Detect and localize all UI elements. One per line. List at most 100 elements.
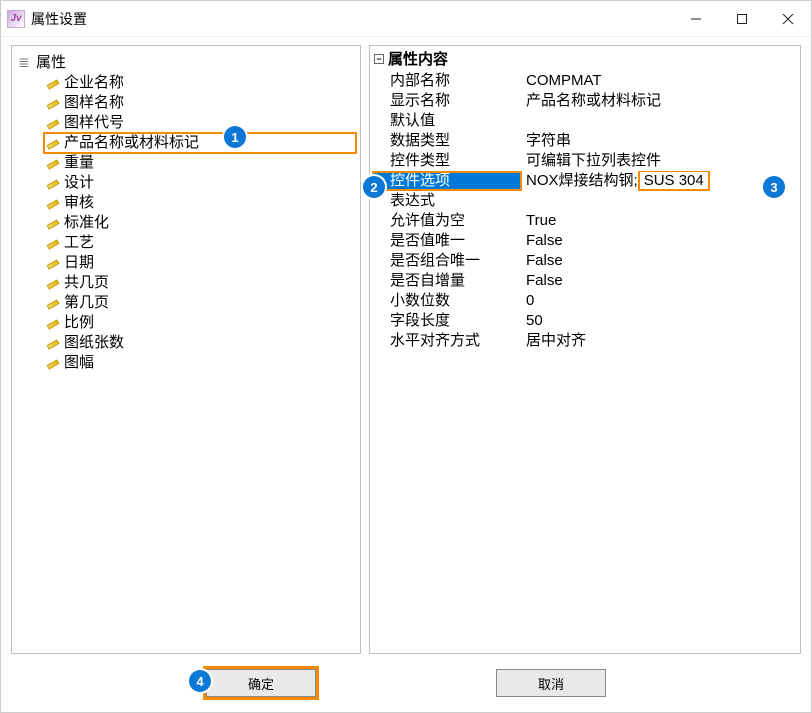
- property-key: 水平对齐方式: [372, 331, 522, 351]
- property-value-editbox[interactable]: SUS 304: [638, 171, 710, 191]
- property-rows: 内部名称COMPMAT显示名称产品名称或材料标记默认值数据类型字符串控件类型可编…: [372, 71, 798, 351]
- property-key: 控件选项: [372, 171, 522, 191]
- pencil-icon: [46, 156, 60, 170]
- collapse-icon[interactable]: −: [374, 54, 384, 64]
- pencil-icon: [46, 276, 60, 290]
- tree-item-label: 设计: [64, 173, 94, 193]
- propgrid-header[interactable]: − 属性内容: [372, 48, 798, 71]
- property-value: True: [522, 211, 798, 231]
- tree-item-label: 工艺: [64, 233, 94, 253]
- property-key: 是否组合唯一: [372, 251, 522, 271]
- property-value: False: [522, 271, 798, 291]
- property-value: 0: [522, 291, 798, 311]
- tree-root: ≣ 属性 企业名称图样名称图样代号产品名称或材料标记重量设计审核标准化工艺日期共…: [16, 48, 356, 375]
- property-value[interactable]: NOX焊接结构钢;SUS 304: [522, 171, 798, 191]
- property-row[interactable]: 是否组合唯一False: [372, 251, 798, 271]
- property-row[interactable]: 是否自增量False: [372, 271, 798, 291]
- tree-item-label: 图样代号: [64, 113, 124, 133]
- tree-item[interactable]: 企业名称: [44, 73, 356, 93]
- property-value: False: [522, 231, 798, 251]
- callout-1: 1: [224, 126, 246, 148]
- property-key: 是否自增量: [372, 271, 522, 291]
- tree-children: 企业名称图样名称图样代号产品名称或材料标记重量设计审核标准化工艺日期共几页第几页…: [16, 73, 356, 373]
- tree-item-label: 产品名称或材料标记: [64, 133, 199, 153]
- tree-item[interactable]: 图幅: [44, 353, 356, 373]
- pencil-icon: [46, 196, 60, 210]
- minimize-icon: [690, 13, 702, 25]
- property-value: 可编辑下拉列表控件: [522, 151, 798, 171]
- property-row[interactable]: 字段长度50: [372, 311, 798, 331]
- tree-item[interactable]: 共几页: [44, 273, 356, 293]
- tree-item[interactable]: 日期: [44, 253, 356, 273]
- property-key: 小数位数: [372, 291, 522, 311]
- tree-item[interactable]: 设计: [44, 173, 356, 193]
- close-button[interactable]: [765, 1, 811, 37]
- property-row[interactable]: 内部名称COMPMAT: [372, 71, 798, 91]
- property-row[interactable]: 数据类型字符串: [372, 131, 798, 151]
- tree-panel: ≣ 属性 企业名称图样名称图样代号产品名称或材料标记重量设计审核标准化工艺日期共…: [11, 45, 361, 654]
- tree-root-label[interactable]: ≣ 属性: [16, 50, 356, 73]
- pencil-icon: [46, 136, 60, 150]
- pencil-icon: [46, 96, 60, 110]
- pencil-icon: [46, 236, 60, 250]
- ok-button[interactable]: 确定: [206, 669, 316, 697]
- pencil-icon: [46, 76, 60, 90]
- tree-item-label: 企业名称: [64, 73, 124, 93]
- property-key: 表达式: [372, 191, 522, 211]
- property-row[interactable]: 默认值: [372, 111, 798, 131]
- property-row[interactable]: 水平对齐方式居中对齐: [372, 331, 798, 351]
- propgrid-header-text: 属性内容: [388, 48, 448, 69]
- property-grid: − 属性内容 内部名称COMPMAT显示名称产品名称或材料标记默认值数据类型字符…: [372, 48, 798, 351]
- tree-item-label: 图样名称: [64, 93, 124, 113]
- content-area: ≣ 属性 企业名称图样名称图样代号产品名称或材料标记重量设计审核标准化工艺日期共…: [1, 37, 811, 654]
- property-row[interactable]: 控件选项NOX焊接结构钢;SUS 304: [372, 171, 798, 191]
- property-row[interactable]: 允许值为空True: [372, 211, 798, 231]
- tree-item[interactable]: 标准化: [44, 213, 356, 233]
- property-value: False: [522, 251, 798, 271]
- tree-item-label: 第几页: [64, 293, 109, 313]
- stack-icon: ≣: [18, 55, 32, 69]
- tree-item[interactable]: 比例: [44, 313, 356, 333]
- pencil-icon: [46, 336, 60, 350]
- pencil-icon: [46, 256, 60, 270]
- property-row[interactable]: 控件类型可编辑下拉列表控件: [372, 151, 798, 171]
- dialog-window: Jv 属性设置 ≣ 属性 企业名称图样名称图样代号产品名称或材料标记重量设计审核…: [0, 0, 812, 713]
- property-value: 字符串: [522, 131, 798, 151]
- maximize-button[interactable]: [719, 1, 765, 37]
- tree-item[interactable]: 重量: [44, 153, 356, 173]
- tree-item[interactable]: 图样名称: [44, 93, 356, 113]
- tree-item-label: 审核: [64, 193, 94, 213]
- property-value-prefix: NOX焊接结构钢;: [526, 172, 638, 189]
- property-key: 是否值唯一: [372, 231, 522, 251]
- property-row[interactable]: 小数位数0: [372, 291, 798, 311]
- property-row[interactable]: 是否值唯一False: [372, 231, 798, 251]
- maximize-icon: [736, 13, 748, 25]
- property-key: 字段长度: [372, 311, 522, 331]
- tree-item[interactable]: 工艺: [44, 233, 356, 253]
- tree-item-label: 共几页: [64, 273, 109, 293]
- property-key: 允许值为空: [372, 211, 522, 231]
- pencil-icon: [46, 216, 60, 230]
- property-key: 数据类型: [372, 131, 522, 151]
- callout-2: 2: [363, 176, 385, 198]
- callout-4: 4: [189, 670, 211, 692]
- cancel-button[interactable]: 取消: [496, 669, 606, 697]
- tree-item[interactable]: 第几页: [44, 293, 356, 313]
- pencil-icon: [46, 316, 60, 330]
- minimize-button[interactable]: [673, 1, 719, 37]
- tree-item[interactable]: 图样代号: [44, 113, 356, 133]
- tree-item[interactable]: 审核: [44, 193, 356, 213]
- property-value: 居中对齐: [522, 331, 798, 351]
- window-title: 属性设置: [31, 9, 87, 29]
- tree-item[interactable]: 图纸张数: [44, 333, 356, 353]
- app-icon: Jv: [7, 10, 25, 28]
- pencil-icon: [46, 356, 60, 370]
- tree-item-label: 标准化: [64, 213, 109, 233]
- property-key: 默认值: [372, 111, 522, 131]
- tree-item[interactable]: 产品名称或材料标记: [44, 133, 356, 153]
- property-key: 控件类型: [372, 151, 522, 171]
- property-value: 50: [522, 311, 798, 331]
- property-row[interactable]: 显示名称产品名称或材料标记: [372, 91, 798, 111]
- property-row[interactable]: 表达式: [372, 191, 798, 211]
- close-icon: [782, 13, 794, 25]
